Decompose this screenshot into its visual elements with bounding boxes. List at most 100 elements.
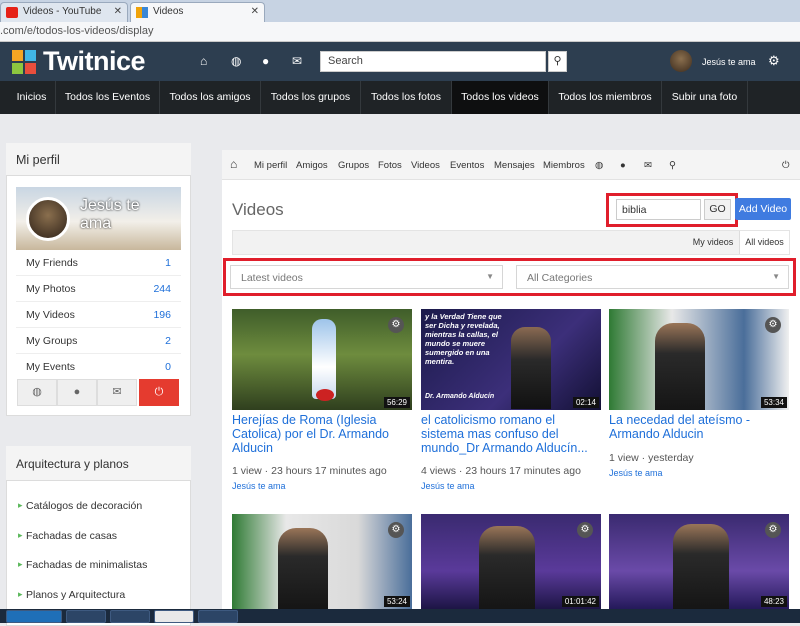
home-icon[interactable]: ⌂ bbox=[230, 157, 237, 171]
subnav-perfil[interactable]: Mi perfil bbox=[254, 160, 287, 171]
video-user[interactable]: Jesús te ama bbox=[232, 481, 286, 491]
video-thumbnail[interactable]: ⚙ 56:29 bbox=[232, 309, 412, 410]
video-meta: 1 view · yesterday bbox=[609, 452, 694, 464]
category-link[interactable]: Planos y Arquitectura bbox=[18, 589, 125, 601]
nav-eventos[interactable]: Todos los Eventos bbox=[56, 81, 160, 114]
tab-all-videos[interactable]: All videos bbox=[739, 231, 789, 254]
cover-name[interactable]: Jesús te ama bbox=[80, 197, 170, 233]
avatar[interactable] bbox=[670, 50, 692, 72]
subnav-miembros[interactable]: Miembros bbox=[543, 160, 585, 171]
stat-friends[interactable]: My Friends 1 bbox=[16, 250, 181, 276]
tab-my-videos[interactable]: My videos bbox=[688, 231, 738, 254]
stat-groups[interactable]: My Groups 2 bbox=[16, 328, 181, 354]
url-text: .com/e/todos-los-videos/display bbox=[0, 25, 154, 37]
nav-fotos[interactable]: Todos los fotos bbox=[361, 81, 452, 114]
avatar[interactable] bbox=[26, 197, 70, 241]
video-thumbnail[interactable]: y la Verdad Tiene que ser Dicha y revela… bbox=[421, 309, 601, 410]
subnav-fotos[interactable]: Fotos bbox=[378, 160, 402, 171]
start-button[interactable] bbox=[6, 610, 62, 623]
search-input[interactable]: Search bbox=[320, 51, 546, 72]
video-search-input[interactable]: biblia bbox=[616, 199, 701, 220]
browser-tab-videos[interactable]: Videos ✕ bbox=[130, 2, 265, 22]
browser-tab-youtube[interactable]: Videos - YouTube ✕ bbox=[0, 2, 128, 22]
category-link[interactable]: Fachadas de casas bbox=[18, 530, 117, 542]
globe-icon[interactable]: ◍ bbox=[595, 160, 603, 171]
nav-inicios[interactable]: Inicios bbox=[8, 81, 56, 114]
address-bar[interactable]: .com/e/todos-los-videos/display bbox=[0, 22, 800, 42]
tab-label: Videos - YouTube bbox=[23, 6, 102, 17]
category-link[interactable]: Fachadas de minimalistas bbox=[18, 559, 147, 571]
subnav-eventos[interactable]: Eventos bbox=[450, 160, 484, 171]
nav-miembros[interactable]: Todos los miembros bbox=[549, 81, 662, 114]
user-icon[interactable]: ● bbox=[57, 379, 97, 406]
taskbar-chrome-icon[interactable] bbox=[154, 610, 194, 623]
profile-title: Mi perfil bbox=[6, 143, 191, 176]
stat-videos[interactable]: My Videos 196 bbox=[16, 302, 181, 328]
taskbar-folder-icon[interactable] bbox=[66, 610, 106, 623]
video-duration: 53:34 bbox=[760, 397, 787, 408]
taskbar-app-icon[interactable] bbox=[198, 610, 238, 623]
search-icon[interactable]: ⚲ bbox=[548, 51, 567, 72]
gear-icon[interactable]: ⚙ bbox=[577, 522, 593, 538]
stat-count: 1 bbox=[165, 257, 171, 269]
subnav-videos[interactable]: Videos bbox=[411, 160, 440, 171]
mail-icon[interactable]: ✉ bbox=[292, 54, 302, 68]
gear-icon[interactable]: ⚙ bbox=[388, 522, 404, 538]
subnav-amigos[interactable]: Amigos bbox=[296, 160, 328, 171]
video-title[interactable]: La necedad del ateísmo - Armando Alducin bbox=[609, 413, 789, 441]
page-title: Videos bbox=[232, 200, 284, 219]
username-link[interactable]: Jesús te ama bbox=[702, 57, 756, 67]
select-value: All Categories bbox=[527, 272, 593, 284]
video-time: 23 hours 17 minutes ago bbox=[465, 465, 581, 477]
video-user[interactable]: Jesús te ama bbox=[609, 468, 663, 478]
gear-icon[interactable]: ⚙ bbox=[765, 522, 781, 538]
power-icon[interactable]: ⏻ bbox=[139, 379, 179, 406]
nav-amigos[interactable]: Todos los amigos bbox=[160, 81, 261, 114]
go-button[interactable]: GO bbox=[704, 199, 731, 220]
sort-select[interactable]: Latest videos ▼ bbox=[230, 265, 503, 289]
video-thumbnail[interactable]: ⚙ 48:23 bbox=[609, 514, 789, 609]
close-icon[interactable]: ✕ bbox=[114, 6, 122, 17]
video-thumbnail[interactable]: ⚙ 53:34 bbox=[609, 309, 789, 410]
globe-icon[interactable]: ◍ bbox=[17, 379, 57, 406]
category-select[interactable]: All Categories ▼ bbox=[516, 265, 789, 289]
video-thumbnail[interactable]: ⚙ 01:01:42 bbox=[421, 514, 601, 609]
stat-count: 244 bbox=[153, 283, 171, 295]
video-time: yesterday bbox=[648, 452, 694, 464]
video-thumbnail[interactable]: ⚙ 53:24 bbox=[232, 514, 412, 609]
thumbnail-overlay-text: y la Verdad Tiene que ser Dicha y revela… bbox=[425, 312, 502, 366]
subnav-grupos[interactable]: Grupos bbox=[338, 160, 369, 171]
gear-icon[interactable]: ⚙ bbox=[765, 317, 781, 333]
gear-icon[interactable]: ⚙ bbox=[388, 317, 404, 333]
stat-events[interactable]: My Events 0 bbox=[16, 354, 181, 380]
add-video-button[interactable]: Add Video bbox=[735, 198, 791, 220]
video-meta: 1 view · 23 hours 17 minutes ago bbox=[232, 465, 387, 477]
mail-icon[interactable]: ✉ bbox=[97, 379, 137, 406]
user-icon[interactable]: ● bbox=[620, 160, 626, 171]
gear-icon[interactable]: ⚙ bbox=[768, 53, 780, 69]
globe-icon[interactable]: ◍ bbox=[231, 54, 241, 68]
search-icon[interactable]: ⚲ bbox=[669, 160, 676, 171]
chevron-down-icon: ▼ bbox=[772, 272, 780, 281]
chevron-down-icon: ▼ bbox=[486, 272, 494, 281]
logo-icon[interactable] bbox=[12, 50, 36, 74]
home-icon[interactable]: ⌂ bbox=[200, 54, 207, 68]
site-favicon-icon bbox=[136, 7, 148, 18]
video-title[interactable]: Herejías de Roma (Iglesia Catolica) por … bbox=[232, 413, 412, 455]
category-link[interactable]: Catálogos de decoración bbox=[18, 500, 142, 512]
taskbar-app-icon[interactable] bbox=[110, 610, 150, 623]
stat-count: 196 bbox=[153, 309, 171, 321]
video-title[interactable]: el catolicismo romano el sistema mas con… bbox=[421, 413, 601, 455]
stat-photos[interactable]: My Photos 244 bbox=[16, 276, 181, 302]
tab-label: Videos bbox=[153, 6, 184, 17]
power-icon[interactable]: ⏻ bbox=[782, 160, 790, 171]
close-icon[interactable]: ✕ bbox=[251, 6, 259, 17]
subnav-mensajes[interactable]: Mensajes bbox=[494, 160, 535, 171]
nav-subir-foto[interactable]: Subir una foto bbox=[662, 81, 748, 114]
nav-grupos[interactable]: Todos los grupos bbox=[261, 81, 361, 114]
nav-videos[interactable]: Todos los videos bbox=[452, 81, 549, 114]
video-user[interactable]: Jesús te ama bbox=[421, 481, 475, 491]
user-icon[interactable]: ● bbox=[262, 54, 269, 68]
logo-text[interactable]: Twitnice bbox=[43, 46, 146, 77]
mail-icon[interactable]: ✉ bbox=[644, 160, 652, 171]
